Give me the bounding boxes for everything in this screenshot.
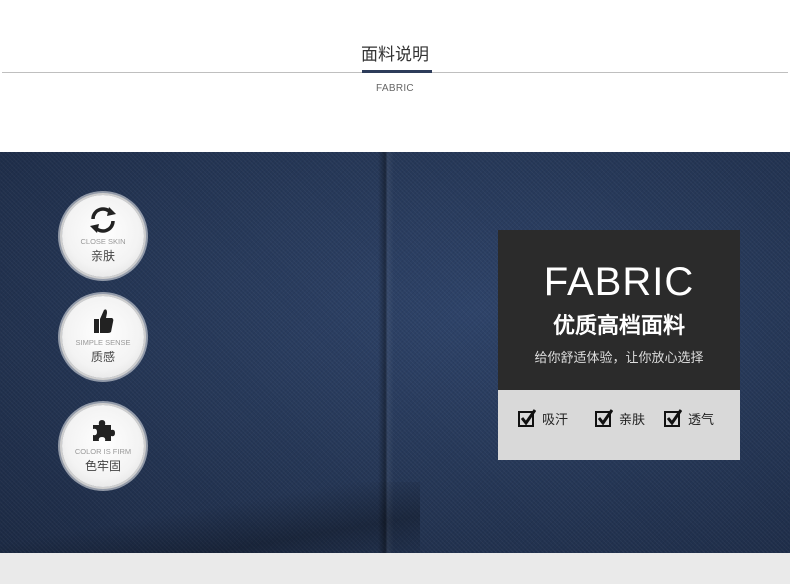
feature-label: 吸汗: [542, 412, 569, 428]
badge-close-skin: CLOSE SKIN 亲肤: [62, 195, 144, 277]
title-accent-bar: [362, 70, 432, 73]
badge-label-en: CLOSE SKIN: [80, 237, 126, 246]
badge-label-cn: 色牢固: [84, 459, 121, 473]
feature-item: 吸汗: [518, 406, 568, 430]
section-header: 面料说明 FABRIC: [0, 0, 790, 152]
panel-description: 给你舒适体验，让你放心选择: [534, 351, 704, 366]
badge-label-en: COLOR IS FIRM: [74, 447, 132, 456]
badge-label-en: SIMPLE SENSE: [75, 338, 131, 347]
thumbs-up-icon: [94, 309, 114, 333]
panel-subtitle: 优质高档面料: [552, 314, 685, 339]
feature-label: 透气: [688, 412, 715, 428]
fabric-shadow: [0, 482, 420, 553]
badge-simple-sense: SIMPLE SENSE 质感: [62, 296, 144, 378]
footer-strip: [0, 553, 790, 584]
section-title: 面料说明: [361, 45, 429, 65]
feature-item: 透气: [664, 406, 714, 430]
checkbox-checked-icon: [664, 409, 682, 427]
feature-item: 亲肤: [595, 406, 645, 430]
section-subtitle: FABRIC: [376, 83, 414, 94]
fabric-info-panel: FABRIC 优质高档面料 给你舒适体验，让你放心选择 吸汗 亲肤 透气: [498, 230, 740, 460]
badge-color-firm: COLOR IS FIRM 色牢固: [62, 405, 144, 487]
fabric-texture-image: CLOSE SKIN 亲肤 SIMPLE SENSE 质感 COLOR IS F…: [0, 152, 790, 553]
badge-label-cn: 亲肤: [90, 249, 115, 263]
checkbox-checked-icon: [518, 409, 536, 427]
badge-label-cn: 质感: [90, 350, 115, 364]
feature-label: 亲肤: [619, 412, 646, 428]
checkbox-checked-icon: [595, 409, 613, 427]
panel-title: FABRIC: [543, 260, 695, 304]
puzzle-piece-icon: [93, 420, 115, 441]
refresh-arrows-icon: [90, 207, 116, 233]
panel-dark-section: FABRIC 优质高档面料 给你舒适体验，让你放心选择: [498, 230, 740, 390]
